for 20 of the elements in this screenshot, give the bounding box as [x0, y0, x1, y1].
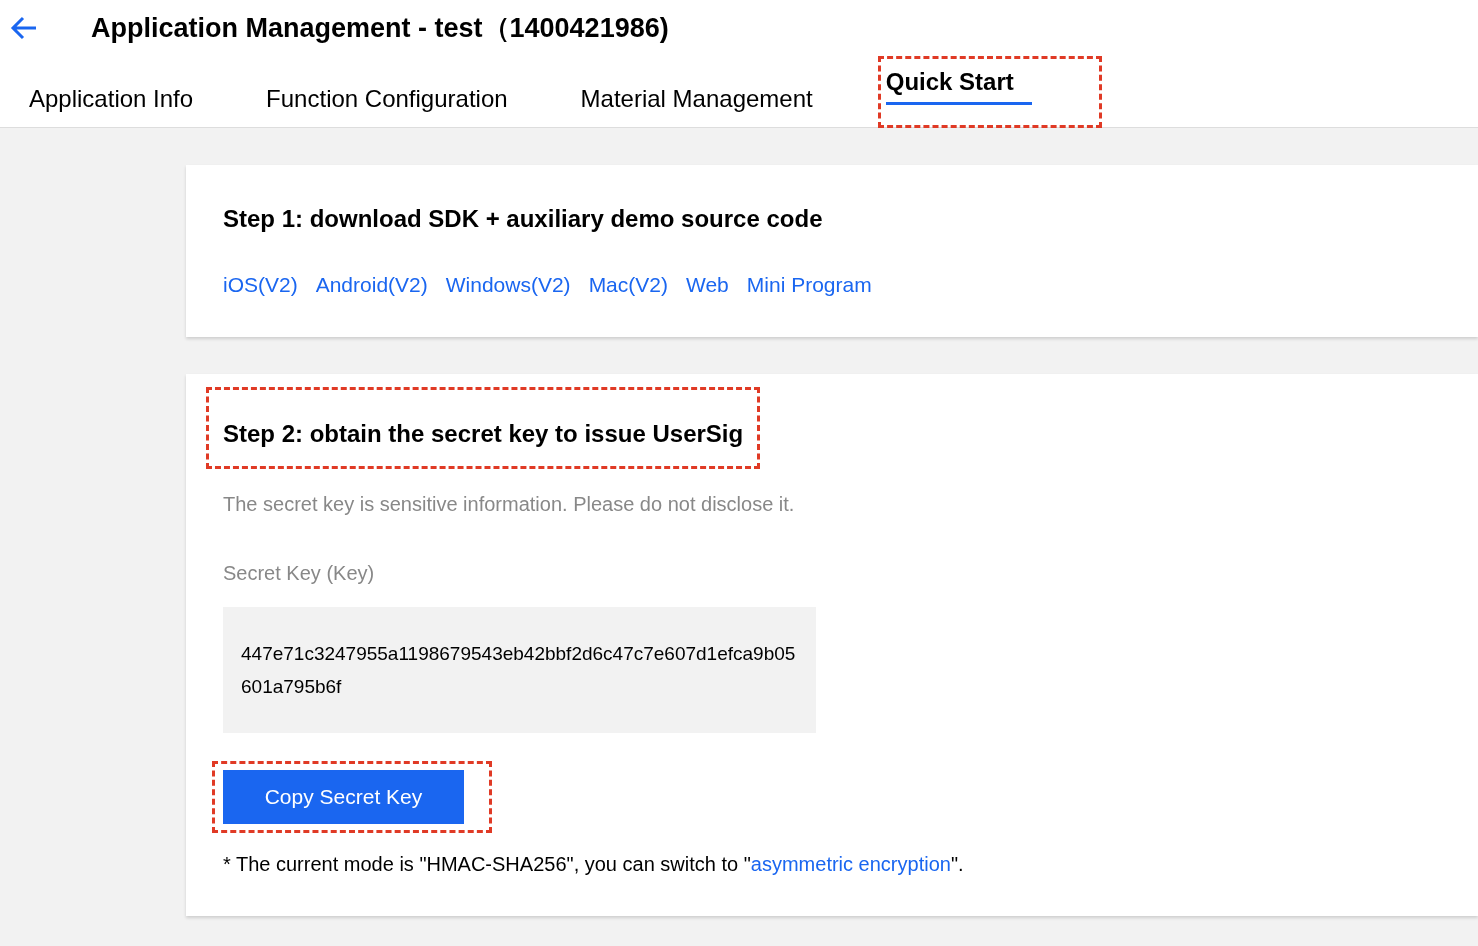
platform-link[interactable]: Windows(V2)	[445, 273, 571, 297]
platform-link[interactable]: Android(V2)	[315, 273, 428, 297]
tab[interactable]: Application Info	[29, 56, 194, 127]
tab[interactable]: Function Configuration	[266, 56, 508, 127]
copy-secret-key-button[interactable]: Copy Secret Key	[223, 770, 464, 824]
page-title: Application Management - test（1400421986)	[91, 12, 669, 45]
field-label: Secret Key (Key)	[223, 562, 376, 585]
asymmetric-encryption-link[interactable]: asymmetric encryption	[750, 853, 951, 875]
step-title: Step 1: download SDK + auxiliary demo source code	[223, 205, 824, 233]
step-title: Step 2: obtain the secret key to issue UserSig	[223, 420, 744, 448]
platform-link[interactable]: Mac(V2)	[588, 273, 668, 297]
mode-note: * The current mode is "HMAC-SHA256", you can switch to "asymmetric encryption".	[223, 853, 965, 876]
tab[interactable]: Quick Start	[885, 59, 1032, 105]
platform-link[interactable]: Web	[686, 273, 729, 297]
back-arrow-icon[interactable]	[10, 16, 38, 40]
platform-link[interactable]: Mini Program	[746, 273, 872, 297]
warning-text: The secret key is sensitive information. Please do not disclose it.	[223, 493, 796, 516]
platform-link[interactable]: iOS(V2)	[223, 273, 298, 297]
tab[interactable]: Material Management	[580, 56, 813, 127]
secret-key-value: 447e71c3247955a1198679543eb42bbf2d6c47c7e607d1efca9b05601a795b6f	[223, 607, 816, 733]
